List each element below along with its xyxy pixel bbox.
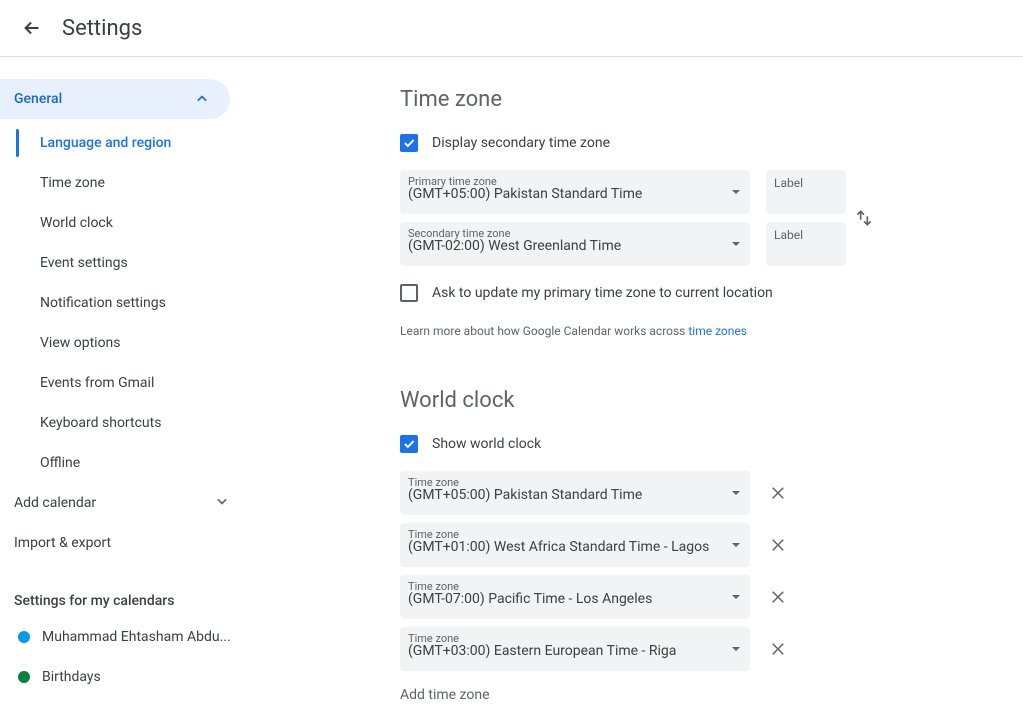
sidebar-item-event-settings[interactable]: Event settings <box>2 243 250 283</box>
sidebar-item-add-calendar[interactable]: Add calendar <box>0 483 250 523</box>
chevron-down-icon <box>732 491 740 495</box>
select-label: Time zone <box>408 632 459 645</box>
sidebar-item-label: Import & export <box>14 535 111 551</box>
sidebar-heading-my-calendars: Settings for my calendars <box>0 563 250 617</box>
world-clock-tz-select[interactable]: Time zone (GMT+01:00) West Africa Standa… <box>400 523 750 567</box>
back-arrow-icon[interactable] <box>20 16 44 40</box>
header: Settings <box>0 0 1023 57</box>
sidebar-item-world-clock[interactable]: World clock <box>2 203 250 243</box>
world-clock-tz-select[interactable]: Time zone (GMT-07:00) Pacific Time - Los… <box>400 575 750 619</box>
calendar-name: Muhammad Ehtasham Abdu... <box>42 629 231 645</box>
sidebar-item-label: Events from Gmail <box>40 375 154 391</box>
secondary-tz-select[interactable]: Secondary time zone (GMT-02:00) West Gre… <box>400 222 750 266</box>
sidebar-item-events-from-gmail[interactable]: Events from Gmail <box>2 363 250 403</box>
select-label: Secondary time zone <box>408 227 510 240</box>
remove-tz-button[interactable] <box>766 585 790 609</box>
world-clock-tz-select[interactable]: Time zone (GMT+05:00) Pakistan Standard … <box>400 471 750 515</box>
show-world-clock-checkbox[interactable] <box>400 435 418 453</box>
calendar-item[interactable]: Muhammad Ehtasham Abdu... <box>0 617 250 657</box>
content: Time zone Display secondary time zone Pr… <box>250 57 1023 703</box>
select-label: Time zone <box>408 476 459 489</box>
sidebar-item-notification-settings[interactable]: Notification settings <box>2 283 250 323</box>
input-placeholder: Label <box>774 228 803 242</box>
sidebar-item-keyboard-shortcuts[interactable]: Keyboard shortcuts <box>2 403 250 443</box>
chevron-down-icon <box>212 491 232 515</box>
chevron-down-icon <box>732 190 740 194</box>
calendar-item[interactable]: Birthdays <box>0 657 250 697</box>
page-title: Settings <box>62 16 142 41</box>
sidebar-item-label: Notification settings <box>40 295 166 311</box>
tz-hint-link[interactable]: time zones <box>688 324 747 338</box>
sidebar-item-import-export[interactable]: Import & export <box>0 523 250 563</box>
sidebar-item-label: Offline <box>40 455 80 471</box>
tz-hint-text: Learn more about how Google Calendar wor… <box>400 324 983 338</box>
select-label: Time zone <box>408 580 459 593</box>
chevron-down-icon <box>732 242 740 246</box>
section-title-world-clock: World clock <box>400 388 983 413</box>
calendar-color-dot <box>18 671 30 683</box>
sidebar-section-label: General <box>14 91 62 107</box>
sidebar-item-label: Event settings <box>40 255 128 271</box>
calendar-name: Birthdays <box>42 669 101 685</box>
world-clock-tz-select[interactable]: Time zone (GMT+03:00) Eastern European T… <box>400 627 750 671</box>
display-secondary-tz-checkbox[interactable] <box>400 134 418 152</box>
sidebar-item-label: World clock <box>40 215 113 231</box>
remove-tz-button[interactable] <box>766 637 790 661</box>
chevron-down-icon <box>732 647 740 651</box>
chevron-down-icon <box>732 595 740 599</box>
swap-tz-button[interactable] <box>852 206 876 230</box>
calendar-color-dot <box>18 631 30 643</box>
sidebar-item-time-zone[interactable]: Time zone <box>2 163 250 203</box>
sidebar-item-label: Time zone <box>40 175 105 191</box>
sidebar: General Language and region Time zone Wo… <box>0 57 250 703</box>
sidebar-item-label: Keyboard shortcuts <box>40 415 161 431</box>
section-title-time-zone: Time zone <box>400 87 983 112</box>
sidebar-section-general[interactable]: General <box>0 79 230 119</box>
checkbox-label: Display secondary time zone <box>432 135 610 151</box>
select-label: Primary time zone <box>408 175 497 188</box>
checkbox-label: Show world clock <box>432 436 541 452</box>
sidebar-item-offline[interactable]: Offline <box>2 443 250 483</box>
sidebar-item-label: View options <box>40 335 121 351</box>
sidebar-item-label: Language and region <box>40 135 171 151</box>
secondary-tz-label-input[interactable]: Label <box>766 222 846 266</box>
sidebar-item-label: Add calendar <box>14 495 96 511</box>
input-placeholder: Label <box>774 176 803 190</box>
select-label: Time zone <box>408 528 459 541</box>
checkbox-label: Ask to update my primary time zone to cu… <box>432 285 773 301</box>
primary-tz-select[interactable]: Primary time zone (GMT+05:00) Pakistan S… <box>400 170 750 214</box>
chevron-up-icon <box>192 89 212 109</box>
sidebar-item-language-region[interactable]: Language and region <box>2 123 250 163</box>
remove-tz-button[interactable] <box>766 533 790 557</box>
chevron-down-icon <box>732 543 740 547</box>
remove-tz-button[interactable] <box>766 481 790 505</box>
ask-update-tz-checkbox[interactable] <box>400 284 418 302</box>
sidebar-item-view-options[interactable]: View options <box>2 323 250 363</box>
primary-tz-label-input[interactable]: Label <box>766 170 846 214</box>
add-time-zone-button[interactable]: Add time zone <box>400 687 983 703</box>
